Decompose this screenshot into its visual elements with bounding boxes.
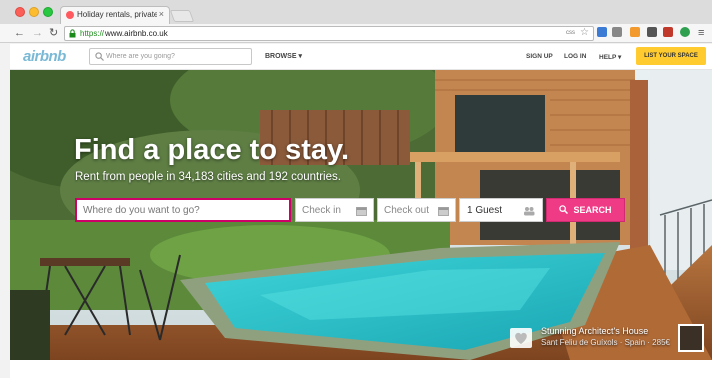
url-host: www.airbnb.co.uk: [105, 29, 168, 38]
page-below-fold: [10, 360, 712, 378]
window-maximize-icon[interactable]: [43, 7, 53, 17]
host-avatar[interactable]: [678, 324, 704, 352]
header-search-input[interactable]: [106, 50, 246, 63]
help-menu[interactable]: HELP ▾: [599, 53, 621, 61]
guests-value: 1 Guest: [467, 205, 503, 216]
extension-icon[interactable]: [647, 27, 657, 37]
listing-caption-location: Sant Feliu de Guíxols · Spain · 285€: [541, 338, 670, 347]
new-tab-button[interactable]: [169, 10, 195, 22]
pocket-icon[interactable]: [663, 27, 673, 37]
calendar-icon: [356, 207, 367, 216]
hero-title: Find a place to stay.: [74, 134, 350, 166]
address-bar[interactable]: https:// www.airbnb.co.uk css ☆: [64, 26, 594, 41]
check-in-input[interactable]: [302, 204, 352, 217]
tab-bar: Holiday rentals, private ro ×: [0, 0, 712, 24]
hero-subtitle: Rent from people in 34,183 cities and 19…: [75, 171, 341, 183]
search-button[interactable]: SEARCH: [546, 198, 625, 222]
url-scheme: https://: [80, 29, 105, 38]
menu-icon[interactable]: ≡: [698, 26, 704, 40]
back-arrow-icon[interactable]: ←: [14, 26, 25, 40]
listing-caption-title[interactable]: Stunning Architect's House: [541, 326, 648, 336]
browser-window: Holiday rentals, private ro × ← → ↻ http…: [0, 0, 712, 378]
bookmark-star-icon[interactable]: ☆: [580, 27, 589, 38]
forward-arrow-icon[interactable]: →: [32, 26, 43, 40]
extension-icon[interactable]: [597, 27, 607, 37]
check-out-input[interactable]: [384, 204, 434, 217]
search-button-label: SEARCH: [573, 205, 612, 215]
tab-airbnb[interactable]: Holiday rentals, private ro ×: [60, 6, 170, 24]
check-in-field[interactable]: [295, 198, 374, 222]
tab-title: Holiday rentals, private ro: [77, 10, 157, 19]
sign-up-link[interactable]: SIGN UP: [526, 53, 553, 60]
tab-close-icon[interactable]: ×: [159, 9, 164, 19]
people-icon: [524, 207, 535, 216]
log-in-link[interactable]: LOG IN: [564, 53, 586, 60]
extension-icon[interactable]: [630, 27, 640, 37]
hero-section: Find a place to stay. Rent from people i…: [10, 70, 712, 360]
airbnb-logo[interactable]: airbnb: [23, 48, 66, 65]
css-extension-badge[interactable]: css: [566, 30, 575, 36]
guests-select[interactable]: 1 Guest: [459, 198, 543, 222]
browser-toolbar: ← → ↻ https:// www.airbnb.co.uk css ☆ ≡: [0, 24, 712, 43]
calendar-icon: [438, 207, 449, 216]
list-your-space-button[interactable]: LIST YOUR SPACE: [636, 47, 706, 65]
reload-icon[interactable]: ↻: [49, 26, 58, 40]
destination-input[interactable]: [83, 204, 283, 217]
extension-icon[interactable]: [612, 27, 622, 37]
window-minimize-icon[interactable]: [29, 7, 39, 17]
check-out-field[interactable]: [377, 198, 456, 222]
search-icon: [559, 205, 569, 214]
site-header: airbnb BROWSE ▾ SIGN UP LOG IN HELP ▾ LI…: [10, 44, 712, 70]
browse-menu[interactable]: BROWSE ▾: [265, 52, 302, 60]
window-close-icon[interactable]: [15, 7, 25, 17]
extension-icon[interactable]: [680, 27, 690, 37]
destination-field[interactable]: [75, 198, 291, 222]
wishlist-heart-button[interactable]: [510, 328, 532, 348]
header-search[interactable]: [89, 48, 252, 65]
lock-icon: [69, 29, 76, 38]
hero-search-bar: 1 Guest SEARCH: [75, 198, 625, 222]
search-icon: [95, 52, 104, 61]
airbnb-favicon-icon: [66, 11, 74, 19]
heart-icon: [515, 332, 527, 344]
